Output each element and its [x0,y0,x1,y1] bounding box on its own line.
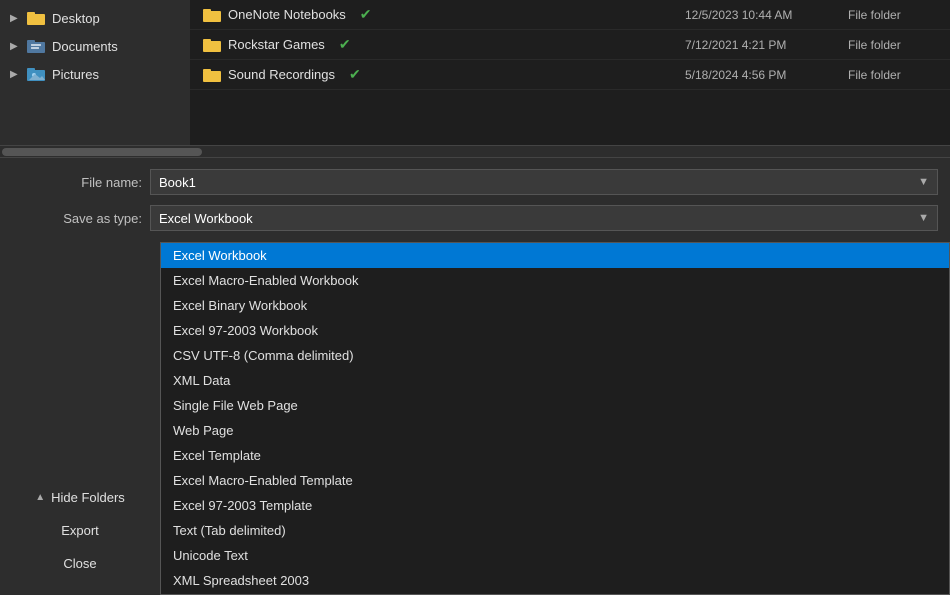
file-date: 5/18/2024 4:56 PM [685,68,840,82]
file-date: 12/5/2023 10:44 AM [685,8,840,22]
dropdown-option-7[interactable]: Web Page [161,418,949,443]
folder-icon [202,7,222,23]
file-type: File folder [848,38,938,52]
file-list: OneNote Notebooks ✔ 12/5/2023 10:44 AM F… [190,0,950,145]
dropdown-option-12[interactable]: Unicode Text [161,543,949,568]
left-panel: ▲ Hide Folders Export Close [0,242,160,595]
filename-input[interactable]: Book1 ▼ [150,169,938,195]
dropdown-option-4[interactable]: CSV UTF-8 (Comma delimited) [161,343,949,368]
chevron-right-icon: ▶ [10,69,20,80]
sidebar-documents-label: Documents [52,39,118,54]
file-type: File folder [848,8,938,22]
file-type: File folder [848,68,938,82]
export-label: Export [61,523,99,538]
dropdown-arrow-icon: ▼ [918,176,929,188]
file-name: Rockstar Games [228,37,325,52]
filename-label: File name: [12,175,142,190]
dropdown-arrow-icon: ▼ [918,212,929,224]
sidebar-item-pictures[interactable]: ▶ Pictures [0,60,190,88]
sidebar-item-desktop[interactable]: ▶ Desktop [0,4,190,32]
folder-icon [202,37,222,53]
filetype-dropdown-list[interactable]: Excel WorkbookExcel Macro-Enabled Workbo… [160,242,950,595]
form-area: File name: Book1 ▼ Save as type: Excel W… [0,157,950,242]
file-name: Sound Recordings [228,67,335,82]
sidebar-desktop-label: Desktop [52,11,100,26]
sidebar-pictures-label: Pictures [52,67,99,82]
file-date: 7/12/2021 4:21 PM [685,38,840,52]
horizontal-scrollbar[interactable] [0,145,950,157]
chevron-right-icon: ▶ [10,13,20,24]
hide-folders-label: Hide Folders [51,490,125,505]
table-row[interactable]: Sound Recordings ✔ 5/18/2024 4:56 PM Fil… [190,60,950,90]
sync-checkmark: ✔ [360,6,372,23]
saveastype-label: Save as type: [12,211,142,226]
file-name: OneNote Notebooks [228,7,346,22]
pictures-folder-icon [26,66,46,82]
desktop-folder-icon [26,10,46,26]
saveastype-row: Save as type: Excel Workbook ▼ [0,202,950,234]
sidebar: ▶ Desktop ▶ Documents ▶ [0,0,190,145]
scrollbar-thumb[interactable] [2,148,202,156]
dropdown-option-0[interactable]: Excel Workbook [161,243,949,268]
filename-row: File name: Book1 ▼ [0,166,950,198]
dropdown-option-8[interactable]: Excel Template [161,443,949,468]
saveastype-dropdown[interactable]: Excel Workbook ▼ [150,205,938,231]
documents-folder-icon [26,38,46,54]
dropdown-option-2[interactable]: Excel Binary Workbook [161,293,949,318]
file-list-area: ▶ Desktop ▶ Documents ▶ [0,0,950,145]
dropdown-option-13[interactable]: XML Spreadsheet 2003 [161,568,949,593]
dropdown-area: ▲ Hide Folders Export Close Excel Workbo… [0,242,950,595]
sync-checkmark: ✔ [339,36,351,53]
saveastype-value: Excel Workbook [159,211,253,226]
chevron-right-icon: ▶ [10,41,20,52]
table-row[interactable]: Rockstar Games ✔ 7/12/2021 4:21 PM File … [190,30,950,60]
hide-folders-button[interactable]: ▲ Hide Folders [0,482,160,513]
export-button[interactable]: Export [0,515,160,546]
dropdown-option-9[interactable]: Excel Macro-Enabled Template [161,468,949,493]
folder-icon [202,67,222,83]
dropdown-option-1[interactable]: Excel Macro-Enabled Workbook [161,268,949,293]
sync-checkmark: ✔ [349,66,361,83]
filename-value: Book1 [159,175,196,190]
table-row[interactable]: OneNote Notebooks ✔ 12/5/2023 10:44 AM F… [190,0,950,30]
close-label: Close [63,556,96,571]
dropdown-option-5[interactable]: XML Data [161,368,949,393]
close-button[interactable]: Close [0,548,160,579]
chevron-up-icon: ▲ [35,492,45,503]
sidebar-item-documents[interactable]: ▶ Documents [0,32,190,60]
dropdown-option-3[interactable]: Excel 97-2003 Workbook [161,318,949,343]
dropdown-option-11[interactable]: Text (Tab delimited) [161,518,949,543]
dropdown-option-6[interactable]: Single File Web Page [161,393,949,418]
dropdown-option-10[interactable]: Excel 97-2003 Template [161,493,949,518]
